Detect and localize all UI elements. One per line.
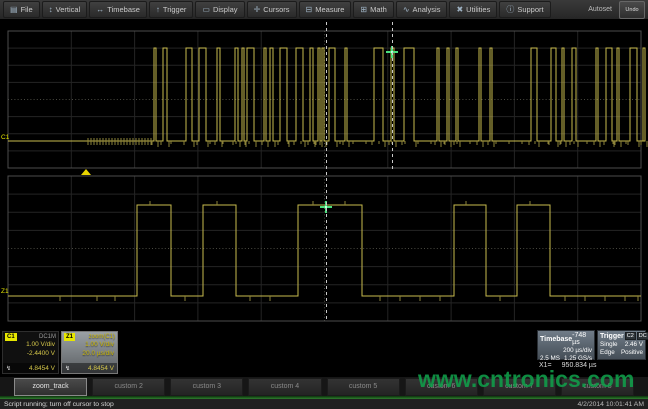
svg-text:C1: C1 [1,134,10,141]
z1-level: 4.8454 V [88,365,114,372]
trigger-title: Trigger [600,333,624,340]
custom-button-4[interactable]: custom 4 [248,378,321,396]
menu-support[interactable]: ⓘSupport [499,1,550,18]
custom-button-7[interactable]: custom 7 [483,378,556,396]
z1-source: zoom(C1) [89,334,115,340]
custom-button-8[interactable]: custom 8 [561,378,634,396]
cursor-readout-label: X1= [539,362,552,369]
menu-measure[interactable]: ⊟Measure [299,1,352,18]
level-arrow-icon: ↯ [65,365,70,372]
undo-button[interactable]: Undo [619,1,645,19]
c1-badge: C1 [5,333,17,341]
menu-cursors-label: Cursors [263,5,289,14]
menu-cursors[interactable]: ✛Cursors [247,1,297,18]
c1-scale: 1.00 V/div [3,341,58,350]
descriptor-row: C1 DC1M 1.00 V/div -2.4400 V ↯ 4.8454 V … [0,330,648,376]
support-icon: ⓘ [506,6,514,14]
c1-offset: -2.4400 V [3,350,58,359]
trigger-type: Edge [600,349,615,357]
timebase-title: Timebase [540,336,572,343]
trigger-source-chip: C2 [625,332,636,340]
trigger-summary-box[interactable]: Trigger C2DC Single 2.46 V Edge Positive [597,330,646,360]
menu-math[interactable]: ⊞Math [353,1,393,18]
menu-trigger-label: Trigger [163,5,186,14]
menu-file[interactable]: ▤File [3,1,40,18]
custom-button-3[interactable]: custom 3 [170,378,243,396]
custom-button-5[interactable]: custom 5 [327,378,400,396]
custom-button-2[interactable]: custom 2 [92,378,165,396]
timebase-summary-box[interactable]: Timebase-748 µs 200 µs/div 2.5 MS1.25 GS… [537,330,595,360]
menu-file-label: File [21,5,33,14]
oscilloscope-screen: { "menu": { "items": [ {"label": "File",… [0,0,648,409]
z1-badge: Z1 [64,333,75,341]
x1-cursor-line[interactable] [326,22,327,322]
menu-math-label: Math [370,5,387,14]
menu-vertical-label: Vertical [56,5,81,14]
math-icon: ⊞ [360,6,367,14]
menu-analysis-label: Analysis [413,5,441,14]
analysis-icon: ∿ [403,6,410,14]
cursor-readout: X1= 950.834 µs [539,362,596,369]
timebase-offset: -748 µs [572,332,592,346]
trigger-coupling-chip: DC [637,332,648,340]
zoom-z1-descriptor[interactable]: Z1 zoom(C1) 1.00 V/div 20.0 µs/div ↯ 4.8… [61,331,118,374]
menu-display[interactable]: ▭Display [195,1,244,18]
c1-coupling: DC1M [39,334,56,340]
timebase-per-div: 200 µs/div [563,347,592,355]
menu-measure-label: Measure [315,5,344,14]
level-arrow-icon: ↯ [6,365,11,372]
custom-button-zoom-track[interactable]: zoom_track [14,378,87,396]
display-icon: ▭ [202,6,210,14]
cursor-readout-value: 950.834 µs [562,362,597,369]
z1-timebase: 20.0 µs/div [62,350,117,359]
custom-button-row: zoom_track custom 2 custom 3 custom 4 cu… [0,377,648,396]
menu-utilities-label: Utilities [466,5,490,14]
menu-utilities[interactable]: ✖Utilities [449,1,497,18]
trigger-slope: Positive [621,349,643,357]
status-message: Script running; turn off cursor to stop [4,401,114,408]
menu-bar: ▤File ↕Vertical ↔Timebase ↑Trigger ▭Disp… [0,0,648,20]
menu-timebase-label: Timebase [107,5,140,14]
custom-button-6[interactable]: custom 6 [405,378,478,396]
trigger-mode: Single [600,341,618,349]
measure-icon: ⊟ [306,6,313,14]
vertical-icon: ↕ [49,6,53,14]
menu-analysis[interactable]: ∿Analysis [396,1,448,18]
zoom-position-cursor-line[interactable] [392,22,393,169]
cursors-icon: ✛ [254,6,261,14]
channel-c1-descriptor[interactable]: C1 DC1M 1.00 V/div -2.4400 V ↯ 4.8454 V [2,331,59,374]
menu-vertical[interactable]: ↕Vertical [42,1,88,18]
menu-trigger[interactable]: ↑Trigger [149,1,193,18]
trigger-position-marker[interactable] [81,169,91,175]
menu-display-label: Display [213,5,238,14]
status-datetime: 4/2/2014 10:01:41 AM [577,401,644,408]
autoset-button[interactable]: Autoset [583,6,617,13]
trigger-icon: ↑ [156,6,160,14]
svg-text:Z1: Z1 [1,288,9,295]
menu-timebase[interactable]: ↔Timebase [89,1,147,18]
menu-support-label: Support [517,5,543,14]
trigger-level: 2.46 V [625,341,643,349]
z1-scale: 1.00 V/div [62,341,117,350]
status-bar: Script running; turn off cursor to stop … [0,399,648,409]
c1-level: 4.8454 V [29,365,55,372]
timebase-icon: ↔ [96,6,104,14]
utilities-icon: ✖ [456,6,463,14]
file-icon: ▤ [10,6,18,14]
